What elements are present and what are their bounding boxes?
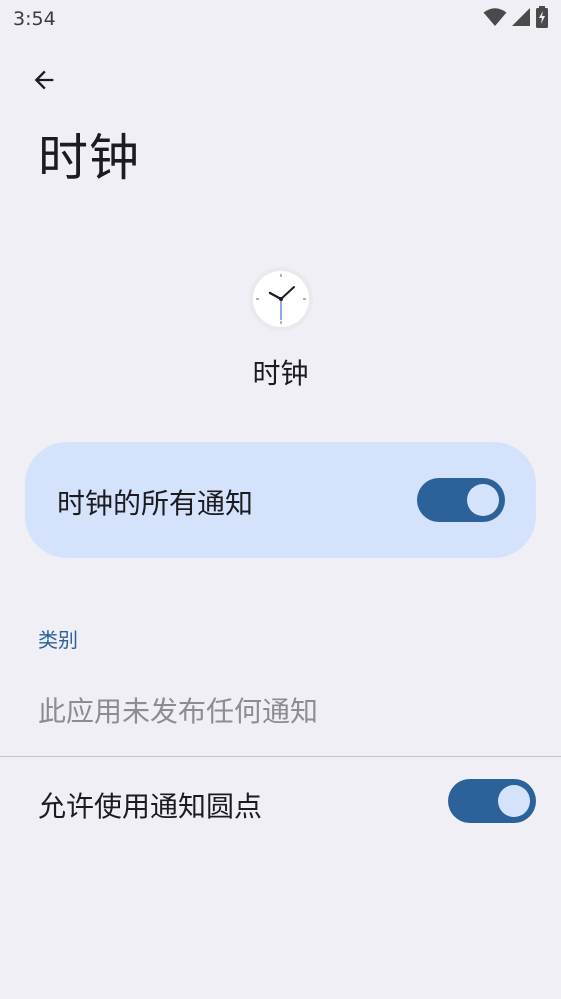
category-header: 类别 [38,628,78,652]
status-time: 3:54 [13,8,56,30]
all-notifications-label: 时钟的所有通知 [57,487,254,520]
notification-dots-row[interactable]: 允许使用通知圆点 [0,757,561,847]
notification-dots-label: 允许使用通知圆点 [38,790,263,823]
toggle-thumb [498,785,530,817]
notification-dots-toggle[interactable] [448,779,536,823]
all-notifications-card[interactable]: 时钟的所有通知 [25,442,536,558]
empty-categories-text: 此应用未发布任何通知 [38,695,319,728]
app-name: 时钟 [252,357,309,390]
cellular-signal-icon [511,7,531,31]
clock-app-icon [248,266,314,332]
page-title: 时钟 [38,129,140,187]
back-button[interactable] [22,60,66,104]
toggle-thumb [467,484,499,516]
status-icons [483,6,549,32]
all-notifications-toggle[interactable] [417,478,505,522]
status-bar: 3:54 [0,0,561,40]
battery-charging-icon [535,6,549,32]
wifi-icon [483,7,507,31]
arrow-back-icon [30,66,58,98]
